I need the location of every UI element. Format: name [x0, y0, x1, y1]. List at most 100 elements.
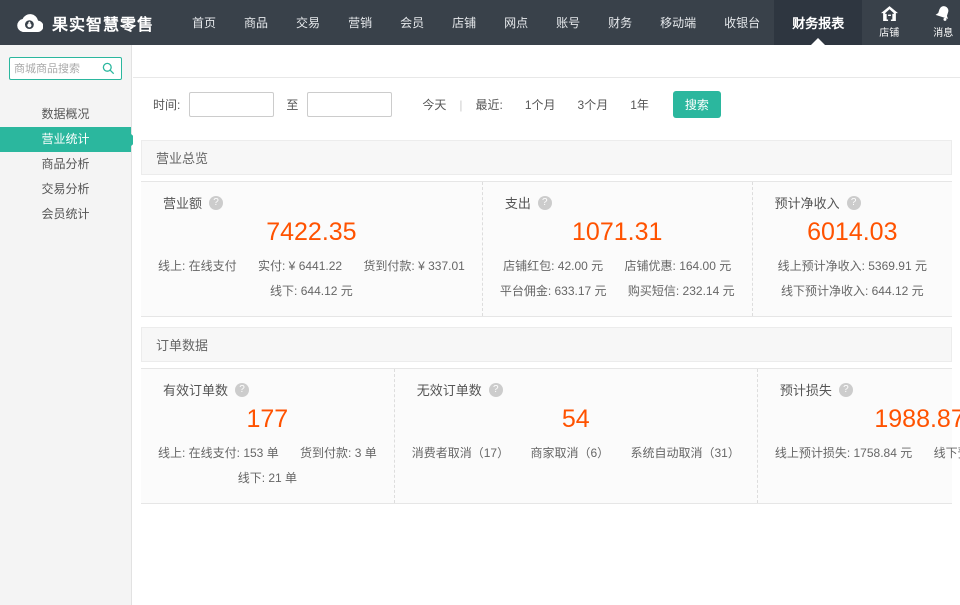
valid-orders-detail-line: 线上: 在线支付: 153 单 货到付款: 3 单 [149, 441, 386, 466]
store-icon [881, 6, 898, 21]
search-icon[interactable] [102, 62, 115, 75]
store-util-button[interactable]: 店铺 [862, 0, 916, 45]
expense-detail-line: 店铺红包: 42.00 元 店铺优惠: 164.00 元 [491, 254, 744, 279]
net-income-value: 6014.03 [761, 218, 944, 247]
time-filter-bar: 时间: 至 今天 | 最近: 1个月 3个月 1年 搜索 [133, 78, 960, 130]
estimated-loss-help-icon[interactable]: ? [839, 383, 853, 397]
order-data-stats-row: 有效订单数 ? 177 线上: 在线支付: 153 单 货到付款: 3 单 线下… [141, 368, 952, 504]
nav-item-trade[interactable]: 交易 [282, 0, 334, 45]
section-header-order-data: 订单数据 [141, 327, 952, 362]
business-overview-stats-row: 营业额 ? 7422.35 线上: 在线支付 实付: ¥ 6441.22 货到付… [141, 181, 952, 317]
message-util-button[interactable]: 消息 [916, 0, 960, 45]
invalid-orders-card: 无效订单数 ? 54 消费者取消（17） 商家取消（6） 系统自动取消（31） [394, 369, 757, 503]
nav-item-mobile[interactable]: 移动端 [646, 0, 710, 45]
invalid-orders-system-cancel: 系统自动取消（31） [630, 446, 739, 460]
quick-today-link[interactable]: 今天 [422, 96, 446, 113]
valid-orders-card: 有效订单数 ? 177 线上: 在线支付: 153 单 货到付款: 3 单 线下… [141, 369, 394, 503]
store-util-label: 店铺 [879, 24, 899, 39]
estimated-loss-card-title-row: 预计损失 ? [766, 380, 960, 399]
invalid-orders-consumer-cancel: 消费者取消（17） [412, 446, 509, 460]
end-date-input[interactable] [307, 92, 392, 117]
quick-range-links: 今天 | 最近: 1个月 3个月 1年 [422, 96, 649, 113]
net-income-online: 线上预计净收入: 5369.91 元 [778, 259, 927, 273]
top-navbar: 果实智慧零售 首页 商品 交易 营销 会员 店铺 网点 账号 财务 移动端 收银… [0, 0, 960, 45]
estimated-loss-online: 线上预计损失: 1758.84 元 [775, 446, 912, 460]
sidebar: 数据概况 营业统计 商品分析 交易分析 会员统计 [0, 45, 132, 605]
valid-orders-value: 177 [149, 405, 386, 434]
sidebar-search-box [9, 57, 122, 80]
message-util-label: 消息 [933, 24, 953, 39]
start-date-input[interactable] [189, 92, 274, 117]
revenue-online-label: 线上: 在线支付 [158, 259, 237, 273]
sidebar-search-input[interactable] [14, 63, 102, 75]
sidebar-item-goods-analysis[interactable]: 商品分析 [0, 152, 131, 177]
nav-item-home[interactable]: 首页 [178, 0, 230, 45]
expense-detail-line: 平台佣金: 633.17 元 购买短信: 232.14 元 [491, 279, 744, 304]
valid-orders-online-paid: 线上: 在线支付: 153 单 [158, 446, 279, 460]
expense-red-packet: 店铺红包: 42.00 元 [503, 259, 603, 273]
nav-item-cashier[interactable]: 收银台 [710, 0, 774, 45]
invalid-orders-card-title-row: 无效订单数 ? [403, 380, 749, 399]
recent-label: 最近: [476, 96, 503, 113]
nav-item-finance[interactable]: 财务 [594, 0, 646, 45]
invalid-orders-help-icon[interactable]: ? [489, 383, 503, 397]
message-bell-icon [935, 6, 951, 21]
main-menu: 首页 商品 交易 营销 会员 店铺 网点 账号 财务 移动端 收银台 财务报表 [178, 0, 862, 45]
nav-item-marketing[interactable]: 营销 [334, 0, 386, 45]
expense-card: 支出 ? 1071.31 店铺红包: 42.00 元 店铺优惠: 164.00 … [482, 182, 752, 316]
brand-logo[interactable]: 果实智慧零售 [0, 0, 178, 45]
valid-orders-label: 有效订单数 [163, 380, 228, 399]
quick-1year-link[interactable]: 1年 [630, 96, 649, 113]
expense-help-icon[interactable]: ? [538, 196, 552, 210]
revenue-detail-line: 线上: 在线支付 实付: ¥ 6441.22 货到付款: ¥ 337.01 [149, 254, 474, 279]
estimated-loss-offline: 线下预计损失: 230.03 元 [934, 446, 960, 460]
section-header-business-overview: 营业总览 [141, 140, 952, 175]
net-income-card: 预计净收入 ? 6014.03 线上预计净收入: 5369.91 元 线下预计净… [752, 182, 952, 316]
expense-card-title-row: 支出 ? [491, 193, 744, 212]
valid-orders-help-icon[interactable]: ? [235, 383, 249, 397]
brand-name: 果实智慧零售 [52, 11, 154, 35]
cloud-logo-icon [16, 13, 43, 32]
expense-shop-discount: 店铺优惠: 164.00 元 [625, 259, 732, 273]
revenue-offline-amount: 线下: 644.12 元 [270, 284, 353, 298]
net-income-label: 预计净收入 [775, 193, 840, 212]
estimated-loss-value: 1988.87 [766, 405, 960, 434]
revenue-label: 营业额 [163, 193, 202, 212]
sidebar-item-business-stats[interactable]: 营业统计 [0, 127, 131, 152]
valid-orders-detail-line: 线下: 21 单 [149, 466, 386, 491]
nav-item-member[interactable]: 会员 [386, 0, 438, 45]
time-label: 时间: [153, 96, 180, 113]
search-button[interactable]: 搜索 [673, 91, 721, 118]
to-label: 至 [286, 96, 298, 113]
quick-1month-link[interactable]: 1个月 [525, 96, 556, 113]
invalid-orders-detail-line: 消费者取消（17） 商家取消（6） 系统自动取消（31） [403, 441, 749, 466]
invalid-orders-merchant-cancel: 商家取消（6） [530, 446, 609, 460]
revenue-help-icon[interactable]: ? [209, 196, 223, 210]
quick-range-divider: | [459, 98, 462, 112]
content-top-spacer [133, 45, 960, 78]
invalid-orders-value: 54 [403, 405, 749, 434]
nav-item-shop[interactable]: 店铺 [438, 0, 490, 45]
estimated-loss-card: 预计损失 ? 1988.87 线上预计损失: 1758.84 元 线下预计损失:… [757, 369, 960, 503]
expense-platform-commission: 平台佣金: 633.17 元 [500, 284, 607, 298]
nav-item-account[interactable]: 账号 [542, 0, 594, 45]
net-income-card-title-row: 预计净收入 ? [761, 193, 944, 212]
net-income-offline: 线下预计净收入: 644.12 元 [781, 284, 924, 298]
nav-item-financial-report[interactable]: 财务报表 [774, 0, 862, 45]
estimated-loss-label: 预计损失 [780, 380, 832, 399]
valid-orders-card-title-row: 有效订单数 ? [149, 380, 386, 399]
expense-sms-purchase: 购买短信: 232.14 元 [628, 284, 735, 298]
nav-item-outlet[interactable]: 网点 [490, 0, 542, 45]
sidebar-item-data-overview[interactable]: 数据概况 [0, 102, 131, 127]
net-income-help-icon[interactable]: ? [847, 196, 861, 210]
valid-orders-offline: 线下: 21 单 [238, 471, 297, 485]
sidebar-item-trade-analysis[interactable]: 交易分析 [0, 177, 131, 202]
net-income-detail-line: 线上预计净收入: 5369.91 元 [761, 254, 944, 279]
expense-label: 支出 [505, 193, 531, 212]
estimated-loss-detail-line: 线上预计损失: 1758.84 元 线下预计损失: 230.03 元 [766, 441, 960, 466]
sidebar-item-member-stats[interactable]: 会员统计 [0, 202, 131, 227]
revenue-card-title-row: 营业额 ? [149, 193, 474, 212]
valid-orders-cod: 货到付款: 3 单 [300, 446, 377, 460]
quick-3month-link[interactable]: 3个月 [578, 96, 609, 113]
nav-item-goods[interactable]: 商品 [230, 0, 282, 45]
